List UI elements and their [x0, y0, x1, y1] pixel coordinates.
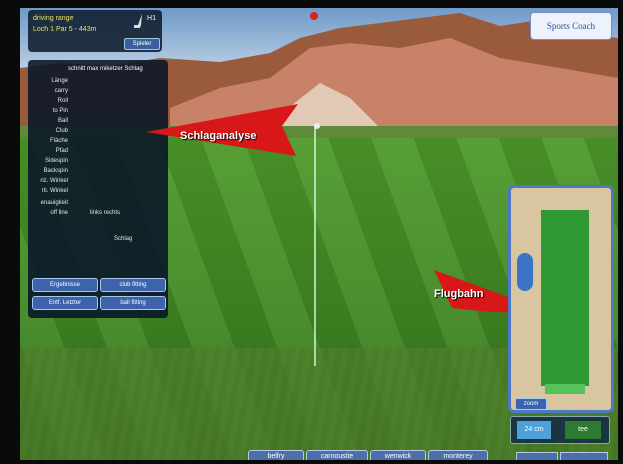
hole-minimap: zoom — [508, 185, 614, 413]
golf-simulator-screen: driving range Loch 1 Par 5 - 443m H1 Spi… — [20, 8, 618, 460]
zoom-button[interactable]: zoom — [515, 398, 547, 410]
tab-monterey[interactable]: monterey — [428, 450, 488, 460]
minimap-tee — [545, 384, 585, 394]
tee-height-value: 24 cm — [517, 421, 551, 439]
wind-tee-panel: 24 cm tee — [510, 416, 610, 444]
tab-belfry[interactable]: belfry — [248, 450, 304, 460]
bottom-right-tab[interactable] — [516, 452, 558, 460]
shot-analysis-callout: Schlaganalyse — [180, 130, 257, 142]
tab-wenwick[interactable]: wenwick — [370, 450, 426, 460]
minimap-fairway — [541, 210, 589, 386]
bottom-right-tab[interactable] — [560, 452, 608, 460]
flight-path-callout: Flugbahn — [434, 288, 484, 300]
tee-button[interactable]: tee — [565, 421, 601, 439]
tab-carnoustie[interactable]: carnoustie — [306, 450, 368, 460]
water-hazard — [517, 253, 533, 291]
